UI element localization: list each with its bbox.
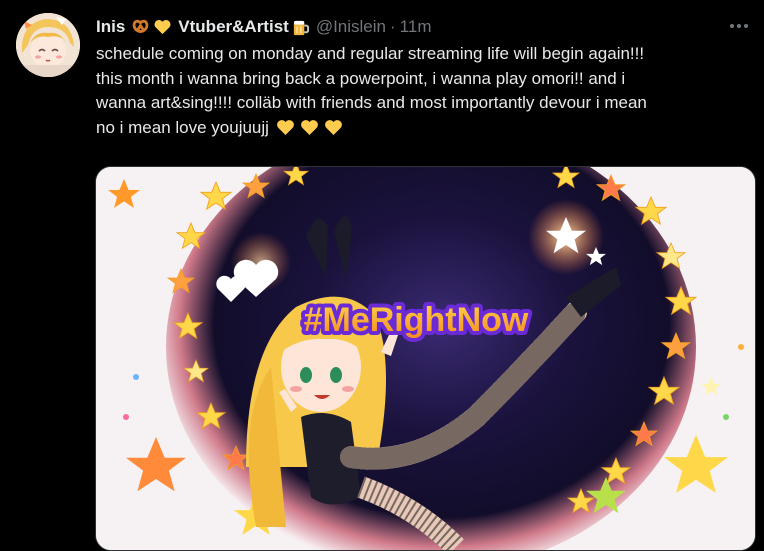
tweet-text-line: wanna art&sing!!!! colläb with friends a… (96, 93, 647, 112)
tweet-text: schedule coming on monday and regular st… (96, 42, 756, 140)
pretzel-icon (132, 19, 149, 33)
tweet-header: Inis Vtuber&Artist @Inislein · 11m (96, 15, 431, 39)
yellow-heart-icon (301, 120, 318, 136)
more-options-icon[interactable] (728, 18, 750, 34)
tweet-media[interactable]: #MeRightNow #MeRightNow (95, 166, 756, 551)
user-handle[interactable]: @Inislein (316, 17, 386, 37)
yellow-hearts (275, 118, 344, 138)
avatar[interactable] (16, 13, 80, 77)
hashtag-text: #MeRightNow (304, 301, 529, 339)
separator: · (390, 17, 396, 36)
yellow-heart-icon (277, 120, 294, 136)
tweet-text-line-last: no i mean love youjuujj (96, 116, 756, 141)
yellow-heart-icon (325, 120, 342, 136)
tweet-text-line: schedule coming on monday and regular st… (96, 44, 645, 63)
beer-mug-icon (293, 20, 309, 35)
media-illustration: #MeRightNow #MeRightNow (96, 167, 755, 550)
display-name-suffix[interactable]: Vtuber&Artist (178, 17, 289, 37)
tweet-text-line: this month i wanna bring back a powerpoi… (96, 68, 626, 88)
timestamp[interactable]: 11m (400, 17, 432, 37)
tweet[interactable]: Inis Vtuber&Artist @Inislein · 11m sched… (0, 0, 764, 551)
display-name[interactable]: Inis (96, 17, 125, 37)
avatar-image (16, 13, 80, 77)
yellow-heart-icon (154, 19, 171, 34)
